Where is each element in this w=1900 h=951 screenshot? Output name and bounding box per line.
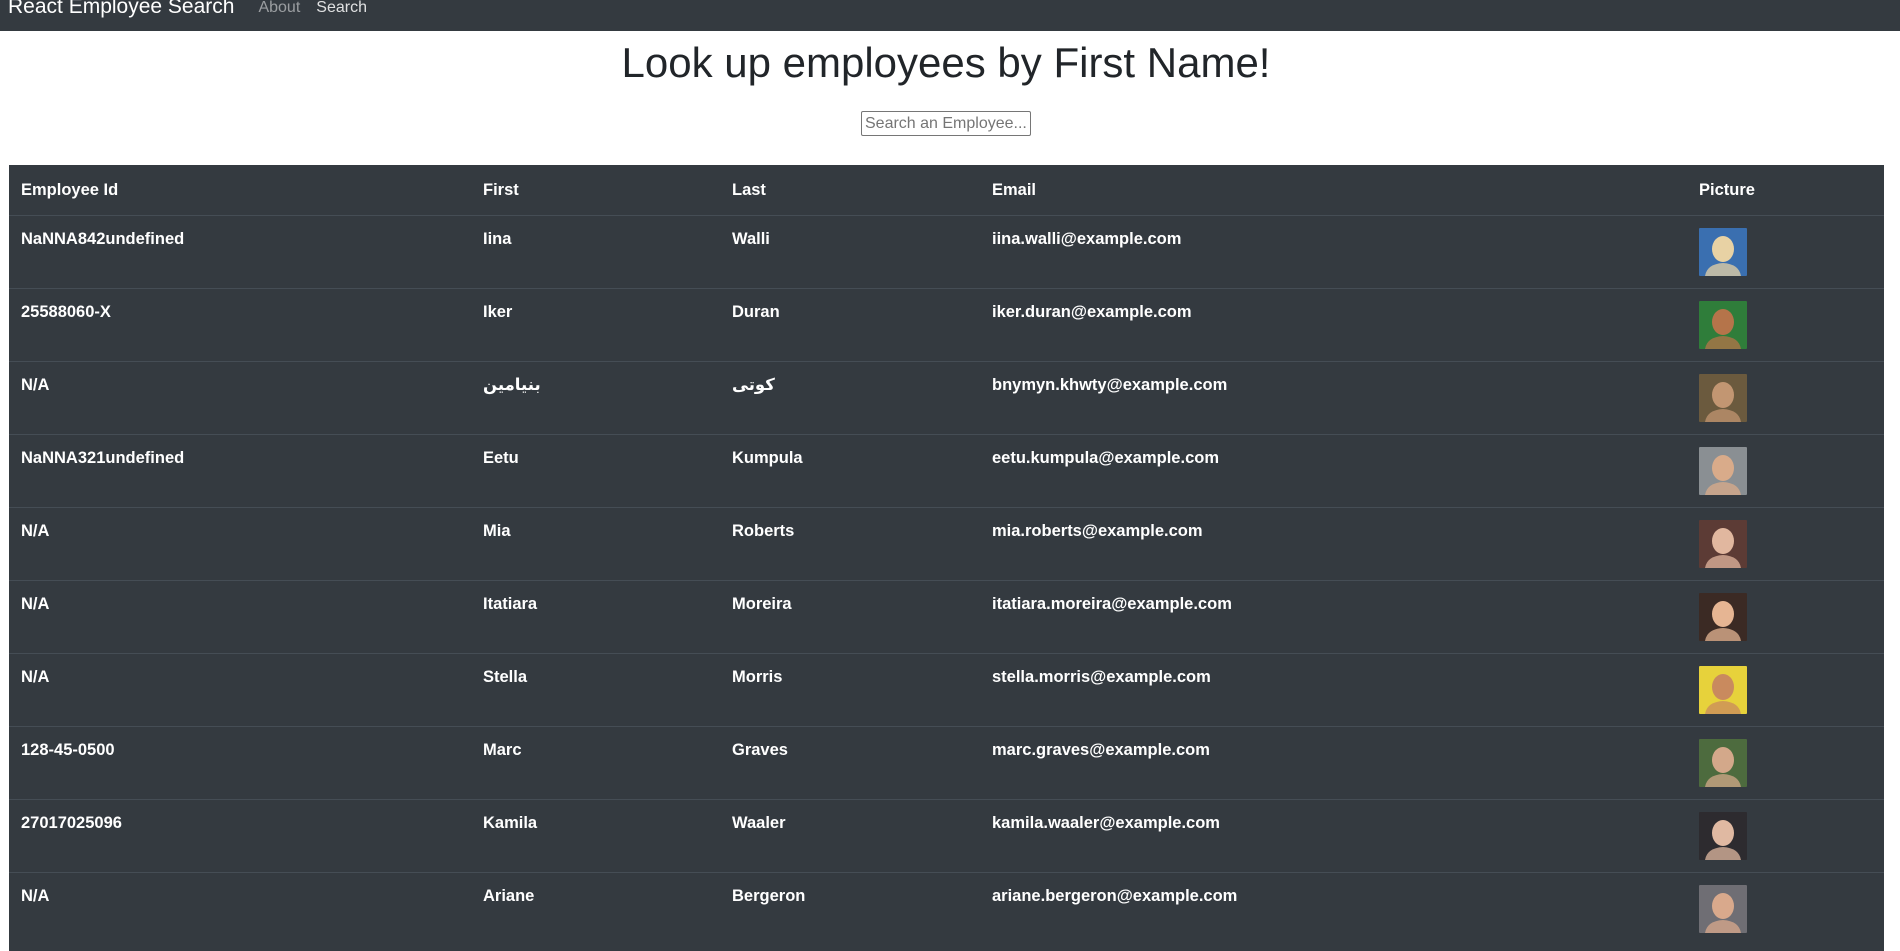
- first-name-cell: بنیامین: [471, 361, 720, 435]
- email-cell: iina.walli@example.com: [980, 215, 1687, 289]
- first-name-cell: Eetu: [471, 434, 720, 508]
- search-input[interactable]: [861, 111, 1031, 136]
- last-name-cell: Kumpula: [720, 434, 980, 508]
- employee-table: Employee Id First Last Email Picture NaN…: [9, 165, 1884, 946]
- picture-cell: [1687, 726, 1884, 800]
- picture-cell: [1687, 434, 1884, 508]
- last-name-cell: Duran: [720, 288, 980, 362]
- first-name-cell: Ariane: [471, 872, 720, 946]
- first-name-cell: Iina: [471, 215, 720, 289]
- employee-id-cell: N/A: [9, 872, 471, 946]
- table-row: N/A Mia Roberts mia.roberts@example.com: [9, 507, 1884, 581]
- employee-avatar: [1699, 739, 1747, 787]
- email-cell: stella.morris@example.com: [980, 653, 1687, 727]
- header-first[interactable]: First: [471, 165, 720, 216]
- header-employee-id[interactable]: Employee Id: [9, 165, 471, 216]
- picture-cell: [1687, 653, 1884, 727]
- picture-cell: [1687, 361, 1884, 435]
- employee-id-cell: N/A: [9, 507, 471, 581]
- table-row: 25588060-X Iker Duran iker.duran@example.co…: [9, 288, 1884, 362]
- last-name-cell: Bergeron: [720, 872, 980, 946]
- table-body: NaNNA842undefined Iina Walli iina.walli@exa…: [9, 215, 1884, 946]
- picture-cell: [1687, 580, 1884, 654]
- employee-avatar: [1699, 593, 1747, 641]
- last-name-cell: Graves: [720, 726, 980, 800]
- header-picture[interactable]: Picture: [1687, 165, 1884, 216]
- table-row: N/A Stella Morris stella.morris@example.com: [9, 653, 1884, 727]
- employee-table-container: Employee Id First Last Email Picture NaN…: [9, 165, 1884, 951]
- picture-cell: [1687, 288, 1884, 362]
- email-cell: ariane.bergeron@example.com: [980, 872, 1687, 946]
- first-name-cell: Itatiara: [471, 580, 720, 654]
- employee-id-cell: NaNNA842undefined: [9, 215, 471, 289]
- email-cell: eetu.kumpula@example.com: [980, 434, 1687, 508]
- table-row: N/A Ariane Bergeron ariane.bergeron@example…: [9, 872, 1884, 946]
- first-name-cell: Kamila: [471, 799, 720, 873]
- employee-id-cell: N/A: [9, 361, 471, 435]
- employee-avatar: [1699, 301, 1747, 349]
- employee-avatar: [1699, 666, 1747, 714]
- last-name-cell: Moreira: [720, 580, 980, 654]
- employee-avatar: [1699, 228, 1747, 276]
- picture-cell: [1687, 507, 1884, 581]
- email-cell: iker.duran@example.com: [980, 288, 1687, 362]
- picture-cell: [1687, 872, 1884, 946]
- last-name-cell: Walli: [720, 215, 980, 289]
- email-cell: itatiara.moreira@example.com: [980, 580, 1687, 654]
- email-cell: kamila.waaler@example.com: [980, 799, 1687, 873]
- nav-link-about[interactable]: About: [258, 0, 300, 16]
- first-name-cell: Marc: [471, 726, 720, 800]
- last-name-cell: Roberts: [720, 507, 980, 581]
- employee-id-cell: 128-45-0500: [9, 726, 471, 800]
- table-header-row: Employee Id First Last Email Picture: [9, 165, 1884, 216]
- nav-link-search[interactable]: Search: [316, 0, 367, 16]
- table-row: NaNNA842undefined Iina Walli iina.walli@exa…: [9, 215, 1884, 289]
- employee-id-cell: N/A: [9, 580, 471, 654]
- last-name-cell: Waaler: [720, 799, 980, 873]
- employee-id-cell: 25588060-X: [9, 288, 471, 362]
- table-row: N/A بنیامین کوتی bnymyn.khwty@example.com: [9, 361, 1884, 435]
- picture-cell: [1687, 799, 1884, 873]
- search-container: [0, 111, 1892, 136]
- employee-id-cell: 27017025096: [9, 799, 471, 873]
- table-row: 27017025096 Kamila Waaler kamila.waaler@exa…: [9, 799, 1884, 873]
- top-navbar: React Employee Search About Search: [0, 0, 1900, 31]
- header-email[interactable]: Email: [980, 165, 1687, 216]
- navbar-brand[interactable]: React Employee Search: [8, 0, 234, 17]
- first-name-cell: Mia: [471, 507, 720, 581]
- email-cell: mia.roberts@example.com: [980, 507, 1687, 581]
- header-last[interactable]: Last: [720, 165, 980, 216]
- employee-avatar: [1699, 812, 1747, 860]
- table-row: N/A Itatiara Moreira itatiara.moreira@examp…: [9, 580, 1884, 654]
- email-cell: marc.graves@example.com: [980, 726, 1687, 800]
- table-row: NaNNA321undefined Eetu Kumpula eetu.kumpula…: [9, 434, 1884, 508]
- employee-id-cell: NaNNA321undefined: [9, 434, 471, 508]
- employee-avatar: [1699, 374, 1747, 422]
- picture-cell: [1687, 215, 1884, 289]
- last-name-cell: Morris: [720, 653, 980, 727]
- employee-id-cell: N/A: [9, 653, 471, 727]
- page-title: Look up employees by First Name!: [621, 39, 1271, 86]
- email-cell: bnymyn.khwty@example.com: [980, 361, 1687, 435]
- employee-avatar: [1699, 885, 1747, 933]
- table-row: 128-45-0500 Marc Graves marc.graves@example…: [9, 726, 1884, 800]
- last-name-cell: کوتی: [720, 361, 980, 435]
- employee-avatar: [1699, 520, 1747, 568]
- employee-avatar: [1699, 447, 1747, 495]
- first-name-cell: Iker: [471, 288, 720, 362]
- first-name-cell: Stella: [471, 653, 720, 727]
